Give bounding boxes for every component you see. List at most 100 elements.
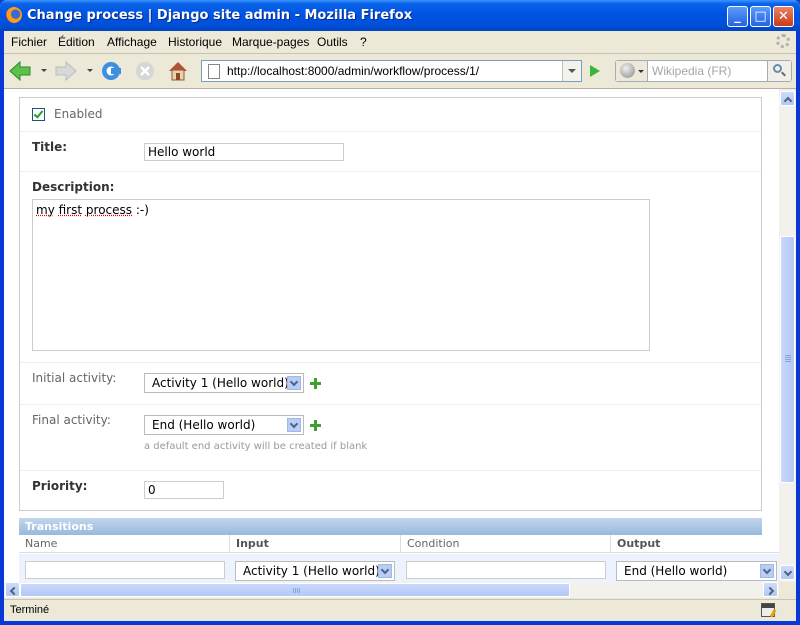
transition-condition-input[interactable] — [406, 561, 606, 579]
horizontal-scrollbar[interactable] — [4, 582, 779, 598]
window-frame-bottom — [0, 621, 800, 625]
menu-marque-pages[interactable]: Marque-pages — [232, 35, 309, 49]
grip-line — [785, 357, 791, 358]
menu-historique[interactable]: Historique — [168, 35, 222, 49]
form-row-enabled: Enabled — [20, 98, 761, 132]
url-bar[interactable]: http://localhost:8000/admin/workflow/pro… — [201, 60, 582, 82]
form-row-priority: Priority: 0 — [20, 470, 761, 510]
vertical-scroll-thumb[interactable] — [780, 236, 795, 483]
transition-name-input[interactable] — [25, 561, 225, 579]
title-input[interactable]: Hello world — [144, 143, 344, 161]
process-fieldset: Enabled Title: Hello world Description: … — [19, 97, 762, 511]
wikipedia-globe-icon — [620, 63, 635, 78]
maximize-button[interactable]: □ — [750, 6, 771, 27]
menu-help[interactable]: ? — [360, 35, 367, 49]
scroll-left-button[interactable] — [5, 582, 20, 597]
grip-line — [293, 588, 294, 593]
transition-output-select[interactable]: End (Hello world) — [616, 561, 777, 581]
grip-line — [785, 355, 791, 356]
description-text: :-) — [135, 203, 149, 217]
transition-input-value: Activity 1 (Hello world) — [243, 564, 380, 578]
chevron-down-icon — [378, 564, 392, 578]
form-row-description: Description: my first process :-) — [20, 171, 761, 363]
back-dropdown-icon[interactable] — [41, 69, 47, 72]
reload-icon[interactable] — [99, 60, 123, 82]
final-activity-label: Final activity: — [32, 413, 111, 427]
back-icon[interactable] — [8, 60, 32, 82]
grip-line — [785, 359, 791, 360]
horizontal-scroll-thumb[interactable] — [20, 583, 570, 597]
initial-activity-select[interactable]: Activity 1 (Hello world) — [144, 373, 304, 393]
enabled-checkbox[interactable] — [32, 108, 45, 121]
initial-activity-label: Initial activity: — [32, 371, 117, 385]
column-header-output: Output — [611, 535, 779, 553]
transition-input-select[interactable]: Activity 1 (Hello world) — [235, 561, 395, 581]
description-word: first — [58, 203, 83, 217]
forward-icon[interactable] — [54, 60, 78, 82]
window-frame-left — [0, 31, 4, 625]
chevron-down-icon — [783, 567, 793, 577]
menu-edition[interactable]: Édition — [58, 35, 95, 49]
search-box[interactable]: Wikipedia (FR) — [615, 60, 792, 82]
grip-line — [785, 361, 791, 362]
chevron-down-icon — [760, 564, 774, 578]
page-icon — [208, 64, 220, 79]
add-initial-activity-icon[interactable] — [310, 378, 321, 389]
priority-input[interactable]: 0 — [144, 481, 224, 499]
url-history-dropdown-icon[interactable] — [562, 61, 581, 81]
browser-window: Change process | Django site admin - Moz… — [0, 0, 800, 625]
form-row-initial-activity: Initial activity: Activity 1 (Hello worl… — [20, 362, 761, 405]
grip-line — [295, 588, 296, 593]
search-input[interactable]: Wikipedia (FR) — [652, 64, 731, 78]
transition-output-value: End (Hello world) — [624, 564, 728, 578]
search-icon[interactable] — [767, 61, 791, 81]
final-activity-value: End (Hello world) — [152, 418, 256, 432]
grip-line — [297, 588, 298, 593]
stop-icon[interactable] — [133, 60, 157, 82]
table-row: Activity 1 (Hello world) End (Hello worl… — [19, 554, 779, 582]
description-textarea[interactable]: my first process :-) — [32, 199, 650, 351]
description-word: process — [85, 203, 133, 217]
final-activity-select[interactable]: End (Hello world) — [144, 415, 304, 435]
url-input[interactable]: http://localhost:8000/admin/workflow/pro… — [227, 64, 479, 78]
vertical-scrollbar[interactable] — [779, 89, 796, 582]
menu-affichage[interactable]: Affichage — [107, 35, 157, 49]
page-viewport: Enabled Title: Hello world Description: … — [4, 89, 779, 582]
chevron-up-icon — [783, 96, 793, 106]
chevron-down-icon — [638, 70, 644, 73]
minimize-icon: _ — [734, 9, 741, 24]
form-row-final-activity: Final activity: End (Hello world) a defa… — [20, 404, 761, 471]
status-text: Terminé — [10, 604, 50, 616]
chevron-left-icon — [9, 586, 19, 596]
window-title: Change process | Django site admin - Moz… — [27, 8, 413, 23]
forward-dropdown-icon[interactable] — [87, 69, 93, 72]
go-icon[interactable] — [584, 60, 606, 82]
form-row-title: Title: Hello world — [20, 131, 761, 172]
menu-outils[interactable]: Outils — [317, 35, 348, 49]
initial-activity-value: Activity 1 (Hello world) — [152, 376, 289, 390]
close-button[interactable]: ✕ — [773, 6, 794, 27]
title-bar: Change process | Django site admin - Moz… — [0, 0, 800, 31]
grip-line — [299, 588, 300, 593]
minimize-button[interactable]: _ — [727, 6, 748, 27]
home-icon[interactable] — [166, 60, 190, 82]
menu-fichier[interactable]: Fichier — [11, 35, 47, 49]
maximize-icon: □ — [754, 9, 767, 24]
close-icon: ✕ — [778, 9, 789, 24]
web-developer-icon[interactable] — [761, 603, 775, 617]
search-engine-selector[interactable] — [616, 61, 648, 81]
chevron-down-icon — [287, 376, 301, 390]
title-label: Title: — [32, 140, 68, 154]
priority-label: Priority: — [32, 479, 88, 493]
scroll-up-button[interactable] — [780, 91, 795, 106]
scroll-right-button[interactable] — [763, 582, 778, 597]
final-activity-help: a default end activity will be created i… — [144, 441, 368, 452]
add-final-activity-icon[interactable] — [310, 420, 321, 431]
menu-bar: Fichier Édition Affichage Historique Mar… — [4, 31, 796, 54]
transitions-title: Transitions — [19, 518, 762, 535]
column-header-input: Input — [230, 535, 401, 553]
column-header-name: Name — [19, 535, 230, 553]
window-frame-right — [796, 31, 800, 625]
scroll-down-button[interactable] — [780, 565, 795, 580]
transitions-inline: Transitions Name Input Condition Output … — [19, 518, 779, 582]
